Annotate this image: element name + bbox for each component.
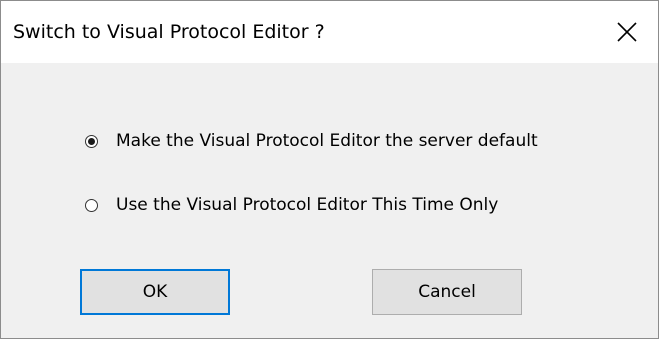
radio-label-server-default[interactable]: Make the Visual Protocol Editor the serv…	[116, 130, 538, 152]
radio-selected-dot	[88, 137, 95, 145]
close-icon	[617, 22, 637, 42]
radio-option-this-time-only[interactable]: Use the Visual Protocol Editor This Time…	[85, 193, 498, 217]
ok-button[interactable]: OK	[80, 269, 230, 315]
cancel-button[interactable]: Cancel	[372, 269, 522, 315]
title-bar[interactable]: Switch to Visual Protocol Editor ?	[1, 1, 658, 63]
dialog-title: Switch to Visual Protocol Editor ?	[13, 21, 325, 43]
close-button[interactable]	[598, 1, 658, 63]
radio-label-this-time-only[interactable]: Use the Visual Protocol Editor This Time…	[116, 194, 498, 216]
radio-option-server-default[interactable]: Make the Visual Protocol Editor the serv…	[85, 129, 538, 153]
dialog-window: Switch to Visual Protocol Editor ? Make …	[0, 0, 659, 339]
radio-button-selected[interactable]	[85, 134, 98, 148]
radio-button-unselected[interactable]	[85, 198, 98, 212]
